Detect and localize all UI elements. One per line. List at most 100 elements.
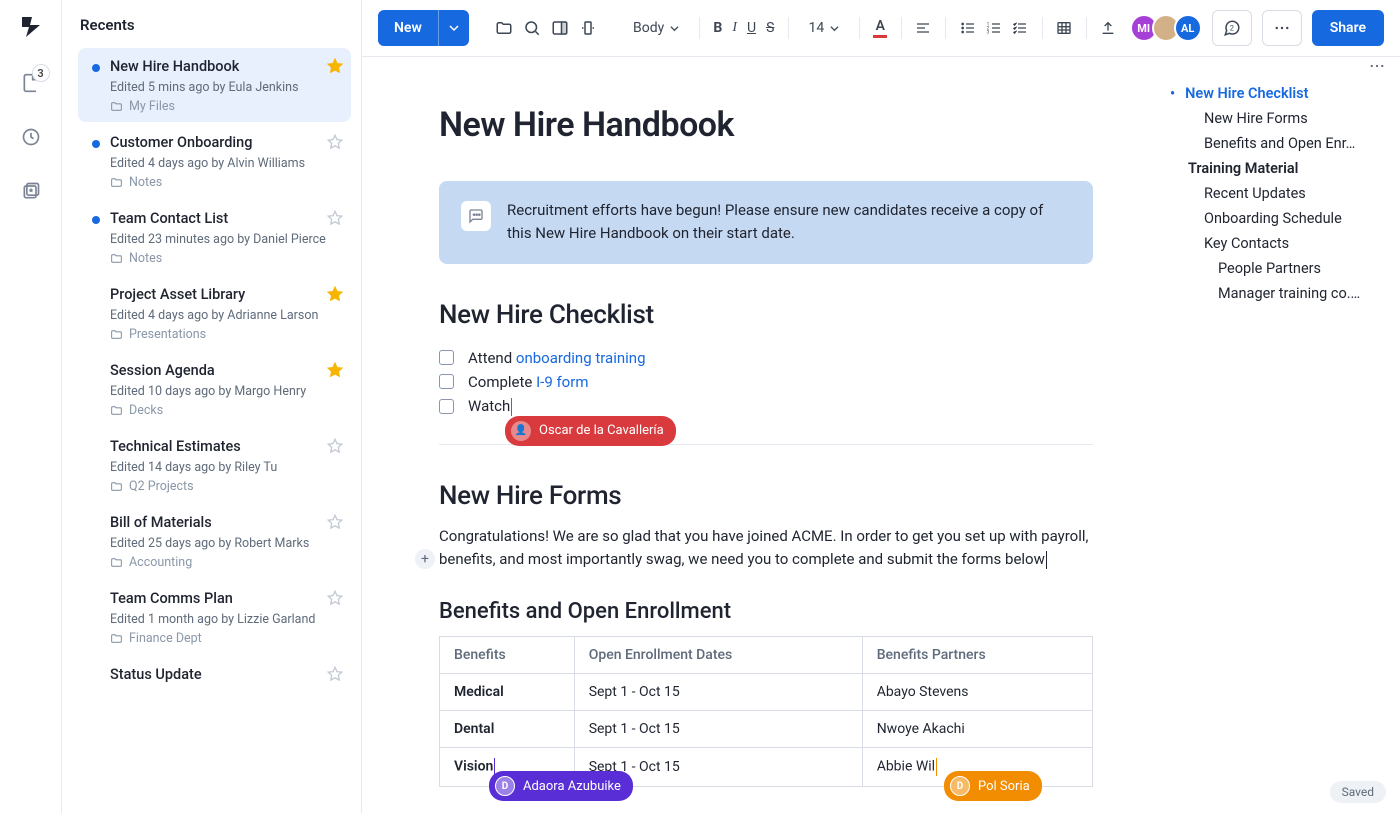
table-header: Open Enrollment Dates [574,637,862,674]
recents-meta: Edited 14 days ago by Riley Tu [90,460,339,475]
presence-avatars[interactable]: MI AL [1136,14,1202,42]
checklist-icon[interactable] [1012,14,1028,42]
star-icon[interactable] [327,286,343,302]
recents-meta: Edited 1 month ago by Lizzie Garland [90,612,339,627]
docs-icon[interactable]: 3 [18,70,44,96]
textcolor-icon[interactable]: A [873,14,887,42]
outline-item[interactable]: Key Contacts [1170,231,1388,256]
recents-location: Decks [90,403,339,418]
table-row: Medical Sept 1 - Oct 15 Abayo Stevens [440,674,1093,711]
star-icon[interactable] [327,362,343,378]
table-row: Dental Sept 1 - Oct 15 Nwoye Akachi [440,711,1093,748]
outline-item[interactable]: Recent Updates [1170,181,1388,206]
text-style-select[interactable]: Body [627,20,685,36]
heading-checklist: New Hire Checklist [439,300,1093,330]
table-header: Benefits Partners [862,637,1092,674]
recents-meta: Edited 5 mins ago by Eula Jenkins [90,80,339,95]
recents-title: New Hire Handbook [90,58,339,75]
recents-title: Customer Onboarding [90,134,339,151]
recents-item[interactable]: Status Update [78,656,351,691]
recents-location: Presentations [90,327,339,342]
app-dock: 3 [0,0,62,813]
share-button[interactable]: Share [1312,10,1384,46]
search-icon[interactable] [523,14,541,42]
new-button[interactable]: New [378,10,469,46]
recents-meta: Edited 23 minutes ago by Daniel Pierce [90,232,339,247]
recents-item[interactable]: Team Contact List Edited 23 minutes ago b… [78,200,351,274]
checklist-item[interactable]: Attend onboarding training [439,346,1093,370]
star-icon[interactable] [327,590,343,606]
outline-item[interactable]: Onboarding Schedule [1170,206,1388,231]
outline-item[interactable]: New Hire Checklist [1170,81,1388,106]
recents-title: Session Agenda [90,362,339,379]
table-header: Benefits [440,637,575,674]
strike-icon[interactable]: S [766,14,774,42]
new-dropdown[interactable] [438,10,469,46]
outline-item[interactable]: Benefits and Open Enr… [1170,131,1388,156]
benefits-table[interactable]: Benefits Open Enrollment Dates Benefits … [439,636,1093,787]
table-icon[interactable] [1056,14,1072,42]
star-icon[interactable] [327,210,343,226]
recents-meta: Edited 4 days ago by Alvin Williams [90,156,339,171]
presence-cursor: DPol Soria [944,771,1042,801]
link[interactable]: onboarding training [516,349,646,367]
star-icon[interactable] [327,58,343,74]
recents-title: Project Asset Library [90,286,339,303]
star-icon[interactable] [327,134,343,150]
star-icon[interactable] [327,666,343,682]
recents-item[interactable]: Session AgendaEdited 10 days ago by Marg… [78,352,351,426]
outline-item[interactable]: Manager training co.… [1170,281,1388,306]
recents-panel: Recents New Hire Handbook Edited 5 mins a… [62,0,362,813]
checklist-item[interactable]: Complete I-9 form [439,370,1093,394]
body-text: Congratulations! We are so glad that you… [439,525,1093,572]
recents-item[interactable]: Project Asset Library Edited 4 days ago b… [78,276,351,350]
star-icon[interactable] [327,514,343,530]
recent-icon[interactable] [18,124,44,150]
recents-item[interactable]: Technical Estimates Edited 14 days ago by… [78,428,351,502]
panel-toggle-icon[interactable] [551,14,569,42]
bulletlist-icon[interactable] [960,14,976,42]
checkbox[interactable] [439,399,454,414]
recents-heading: Recents [80,16,351,34]
add-block-button[interactable]: + [415,549,435,569]
underline-icon[interactable]: U [747,14,756,42]
upload-icon[interactable] [1100,14,1116,42]
bookmarks-icon[interactable] [18,178,44,204]
folder-icon[interactable] [495,14,513,42]
outline-item[interactable]: Training Material [1170,156,1388,181]
outline-more-icon[interactable] [1368,57,1386,79]
recents-location: Accounting [90,555,339,570]
align-icon[interactable] [915,14,931,42]
checkbox[interactable] [439,350,454,365]
svg-text:3: 3 [986,29,989,35]
outline-item[interactable]: People Partners [1170,256,1388,281]
document-outline: New Hire ChecklistNew Hire FormsBenefits… [1170,57,1400,813]
recents-title: Team Contact List [90,210,339,227]
font-size-select[interactable]: 14 [802,20,845,36]
avatar[interactable]: AL [1174,14,1202,42]
italic-icon[interactable]: I [732,14,737,42]
recents-item[interactable]: Bill of MaterialsEdited 25 days ago by R… [78,504,351,578]
document[interactable]: New Hire Handbook Recruitment efforts ha… [413,57,1119,813]
recents-meta: Edited 4 days ago by Adrianne Larson [90,308,339,323]
app-logo[interactable] [19,14,43,42]
recents-item[interactable]: New Hire Handbook Edited 5 mins ago by Eu… [78,48,351,122]
checklist-item[interactable]: Watch 👤Oscar de la Cavallería [439,394,1093,416]
recents-item[interactable]: Customer Onboarding Edited 4 days ago by … [78,124,351,198]
star-icon[interactable] [327,438,343,454]
expand-icon[interactable] [579,14,597,42]
numlist-icon[interactable]: 123 [986,14,1002,42]
docs-badge: 3 [32,64,50,82]
callout: Recruitment efforts have begun! Please e… [439,181,1093,264]
outline-item[interactable]: New Hire Forms [1170,106,1388,131]
callout-text: Recruitment efforts have begun! Please e… [507,199,1071,246]
checkbox[interactable] [439,374,454,389]
recents-item[interactable]: Team Comms PlanEdited 1 month ago by Liz… [78,580,351,654]
comments-button[interactable]: 2 [1212,10,1252,46]
link[interactable]: I-9 form [536,373,588,391]
more-button[interactable] [1262,10,1302,46]
svg-text:2: 2 [1229,23,1233,32]
recents-title: Technical Estimates [90,438,339,455]
bold-icon[interactable]: B [713,14,722,42]
recents-location: Notes [90,251,339,266]
